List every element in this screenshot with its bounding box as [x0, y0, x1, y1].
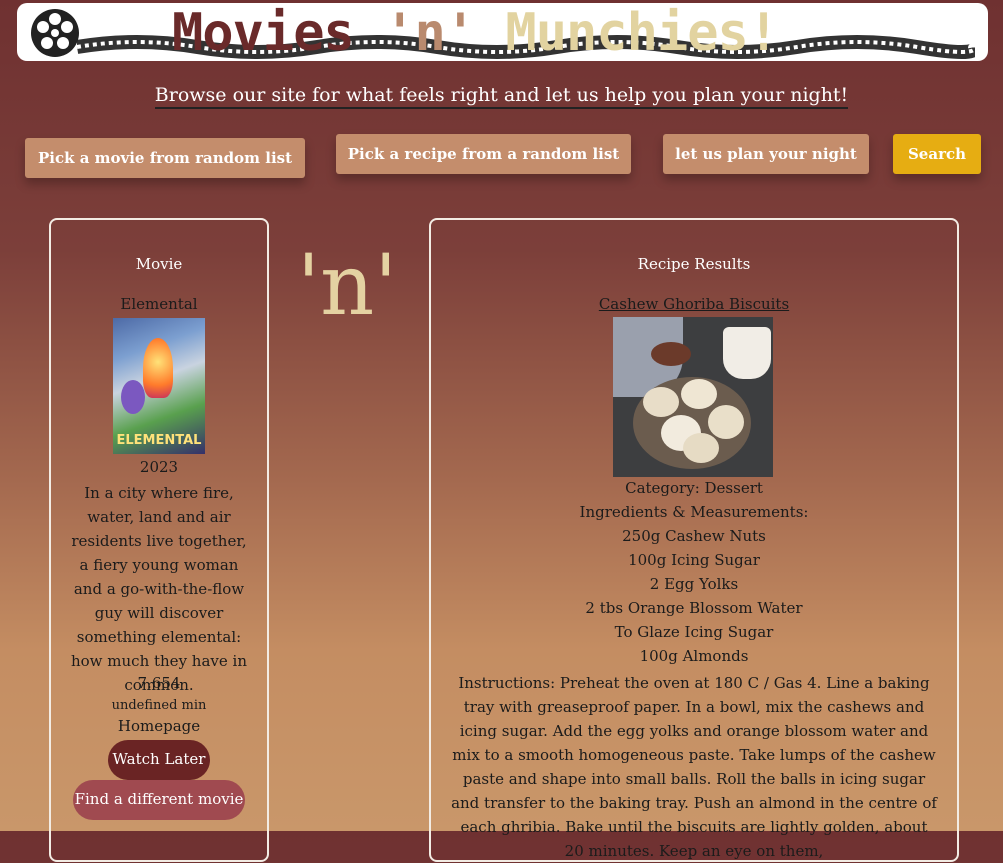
find-different-movie-button[interactable]: Find a different movie	[73, 780, 245, 820]
movie-title: Elemental	[120, 295, 198, 313]
ingredient-item: To Glaze Icing Sugar	[614, 623, 774, 641]
recipe-image	[613, 317, 773, 477]
movie-card: Movie Elemental ELEMENTAL 2023 In a city…	[49, 218, 269, 862]
tagline: Browse our site for what feels right and…	[0, 84, 1003, 109]
recipe-instructions: Instructions: Preheat the oven at 180 C …	[451, 674, 937, 860]
movie-poster: ELEMENTAL	[113, 318, 205, 454]
plan-night-button[interactable]: let us plan your night	[663, 134, 869, 174]
recipe-heading: Recipe Results	[637, 255, 751, 273]
ingredients-label: Ingredients & Measurements:	[579, 503, 809, 521]
ingredient-item: 100g Icing Sugar	[628, 551, 760, 569]
recipe-name-link[interactable]: Cashew Ghoriba Biscuits	[431, 295, 957, 313]
film-reel-icon	[31, 9, 79, 57]
random-movie-button[interactable]: Pick a movie from random list	[25, 138, 305, 178]
search-button[interactable]: Search	[893, 134, 981, 174]
brand-munchies: Munchies!	[505, 3, 779, 61]
movie-year: 2023	[139, 458, 179, 476]
movie-rating: 7.654	[137, 674, 181, 692]
ingredient-item: 250g Cashew Nuts	[622, 527, 766, 545]
n-divider-text: 'n'	[297, 236, 398, 334]
recipe-category: Category: Dessert	[625, 479, 763, 497]
brand-movies: Movies	[172, 3, 355, 61]
movie-homepage-link[interactable]: Homepage	[51, 717, 267, 735]
brand-n: 'n'	[384, 3, 476, 61]
recipe-card: Recipe Results Cashew Ghoriba Biscuits C…	[429, 218, 959, 862]
poster-character	[121, 380, 145, 414]
site-logo-text: Movies 'n' Munchies!	[172, 3, 779, 61]
poster-title: ELEMENTAL	[116, 433, 202, 448]
ingredient-item: 100g Almonds	[639, 647, 749, 665]
movie-runtime: undefined min	[111, 698, 207, 713]
movie-heading: Movie	[135, 255, 183, 273]
poster-character	[143, 338, 173, 398]
watch-later-button[interactable]: Watch Later	[108, 740, 210, 780]
random-recipe-button[interactable]: Pick a recipe from a random list	[336, 134, 631, 174]
movie-description: In a city where fire, water, land and ai…	[70, 484, 247, 694]
ingredient-item: 2 tbs Orange Blossom Water	[585, 599, 803, 617]
site-header: Movies 'n' Munchies!	[17, 3, 988, 61]
ingredient-item: 2 Egg Yolks	[649, 575, 739, 593]
